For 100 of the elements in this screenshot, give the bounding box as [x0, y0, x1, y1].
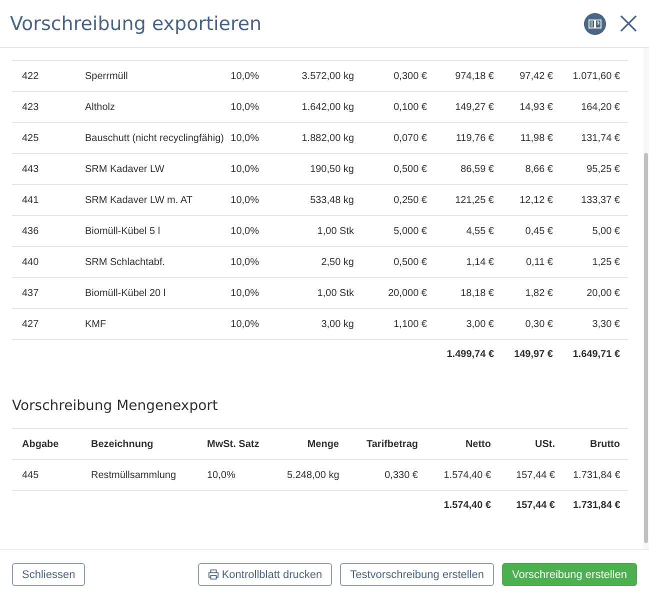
gross-cell: 164,20 € [581, 102, 620, 112]
tax-cell: 0,45 € [525, 226, 553, 236]
quantity-cell: 533,48 kg [310, 194, 354, 206]
tariff-cell: 0,100 € [394, 102, 427, 112]
rate-cell: 10,0% [230, 70, 259, 82]
rate-cell: 10,0% [230, 318, 259, 330]
section-title: Vorschreibung Mengenexport [12, 398, 219, 414]
quantity-cell: 1,00 Stk [317, 226, 354, 236]
name-cell: Altholz [85, 102, 116, 112]
manual-icon[interactable] [584, 12, 606, 34]
tariff-cell: 0,330 € [384, 470, 418, 480]
name-cell: SRM Kadaver LW m. AT [85, 194, 192, 206]
tariff-cell: 5,000 € [394, 226, 427, 236]
net-cell: 974,18 € [455, 70, 494, 82]
rate-cell: 10,0% [207, 470, 236, 480]
gross-cell: 5,00 € [592, 226, 620, 236]
close-icon[interactable] [620, 15, 637, 32]
code-cell: 441 [22, 194, 39, 206]
gross-cell: 1,25 € [592, 256, 620, 268]
tax-cell: 1,82 € [525, 288, 553, 298]
tariff-cell: 20,000 € [388, 288, 427, 298]
column-header: Tarifbetrag [366, 438, 418, 450]
tax-cell: 157,44 € [516, 470, 555, 480]
code-cell: 443 [22, 164, 39, 174]
rate-cell: 10,0% [230, 164, 259, 174]
quantity-cell: 2,50 kg [321, 256, 354, 268]
net-cell: 3,00 € [466, 318, 494, 330]
name-cell: Restmüllsammlung [91, 470, 176, 480]
dialog-title: Vorschreibung exportieren [10, 12, 263, 34]
rate-cell: 10,0% [230, 226, 259, 236]
gross-cell: 1.731,84 € [573, 470, 620, 480]
column-header: Abgabe [22, 438, 59, 450]
net-cell: 1.574,40 € [444, 470, 491, 480]
column-header: USt. [535, 438, 555, 450]
gross-cell: 95,25 € [586, 164, 620, 174]
column-header: Bezeichnung [91, 438, 154, 450]
tax-cell: 14,93 € [520, 102, 553, 112]
rate-cell: 10,0% [230, 102, 259, 112]
tax-cell: 8,66 € [525, 164, 553, 174]
name-cell: SRM Kadaver LW [85, 164, 164, 174]
print-button[interactable]: Kontrollblatt drucken [198, 563, 332, 586]
code-cell: 427 [22, 318, 39, 330]
gross-cell: 133,37 € [581, 194, 620, 206]
rate-cell: 10,0% [230, 132, 259, 144]
net-cell: 119,76 € [456, 132, 494, 144]
column-header: Menge [307, 438, 339, 450]
scrollbar-thumb[interactable] [644, 153, 648, 543]
total-cell: 1.574,40 € [444, 500, 491, 510]
name-cell: Biomüll-Kübel 5 l [85, 226, 160, 236]
net-cell: 1,14 € [466, 256, 494, 268]
net-cell: 121,25 € [455, 194, 494, 206]
test-button[interactable]: Testvorschreibung erstellen [340, 563, 494, 586]
net-cell: 149,27 € [455, 102, 494, 112]
code-cell: 445 [22, 470, 39, 480]
quantity-cell: 3,00 kg [321, 318, 354, 330]
tax-cell: 0,11 € [526, 256, 553, 268]
rate-cell: 10,0% [230, 256, 259, 268]
name-cell: KMF [85, 318, 106, 330]
quantity-cell: 190,50 kg [310, 164, 354, 174]
tariff-cell: 0,070 € [394, 132, 427, 144]
tariff-cell: 0,500 € [394, 164, 427, 174]
quantity-cell: 1.882,00 kg [302, 132, 354, 144]
code-cell: 436 [22, 226, 39, 236]
tax-cell: 11,98 € [520, 132, 553, 144]
code-cell: 422 [22, 70, 39, 82]
tariff-cell: 0,250 € [394, 194, 427, 206]
name-cell: Bauschutt (nicht recyclingfähig) [85, 132, 224, 144]
total-cell: 1.499,74 € [446, 348, 494, 360]
code-cell: 437 [22, 288, 39, 298]
total-cell: 157,44 € [516, 500, 555, 510]
quantity-cell: 3.572,00 kg [302, 70, 354, 82]
quantity-cell: 1,00 Stk [317, 288, 354, 298]
tax-cell: 97,42 € [520, 70, 553, 82]
quantity-cell: 1.642,00 kg [302, 102, 354, 112]
column-header: MwSt. Satz [207, 438, 260, 450]
code-cell: 423 [22, 102, 39, 112]
tax-cell: 12,12 € [520, 194, 553, 206]
quantity-cell: 5.248,00 kg [287, 470, 340, 480]
rate-cell: 10,0% [230, 288, 259, 298]
tax-cell: 0,30 € [525, 318, 553, 330]
name-cell: Sperrmüll [85, 70, 128, 82]
total-cell: 1.731,84 € [573, 500, 620, 510]
tariff-cell: 0,500 € [394, 256, 427, 268]
net-cell: 86,59 € [460, 164, 494, 174]
name-cell: SRM Schlachtabf. [85, 256, 166, 268]
net-cell: 18,18 € [460, 288, 494, 298]
rate-cell: 10,0% [230, 194, 259, 206]
tariff-cell: 0,300 € [394, 70, 427, 82]
net-cell: 4,55 € [466, 226, 494, 236]
tariff-cell: 1,100 € [394, 318, 427, 330]
name-cell: Biomüll-Kübel 20 l [85, 288, 166, 298]
gross-cell: 3,30 € [592, 318, 620, 330]
gross-cell: 1.071,60 € [572, 70, 620, 82]
gross-cell: 20,00 € [586, 288, 620, 298]
total-cell: 149,97 € [514, 348, 553, 360]
total-cell: 1.649,71 € [572, 348, 620, 360]
code-cell: 425 [22, 132, 39, 144]
close-button[interactable]: Schliessen [12, 563, 86, 586]
printer-icon [208, 569, 219, 580]
column-header: Netto [465, 438, 491, 450]
